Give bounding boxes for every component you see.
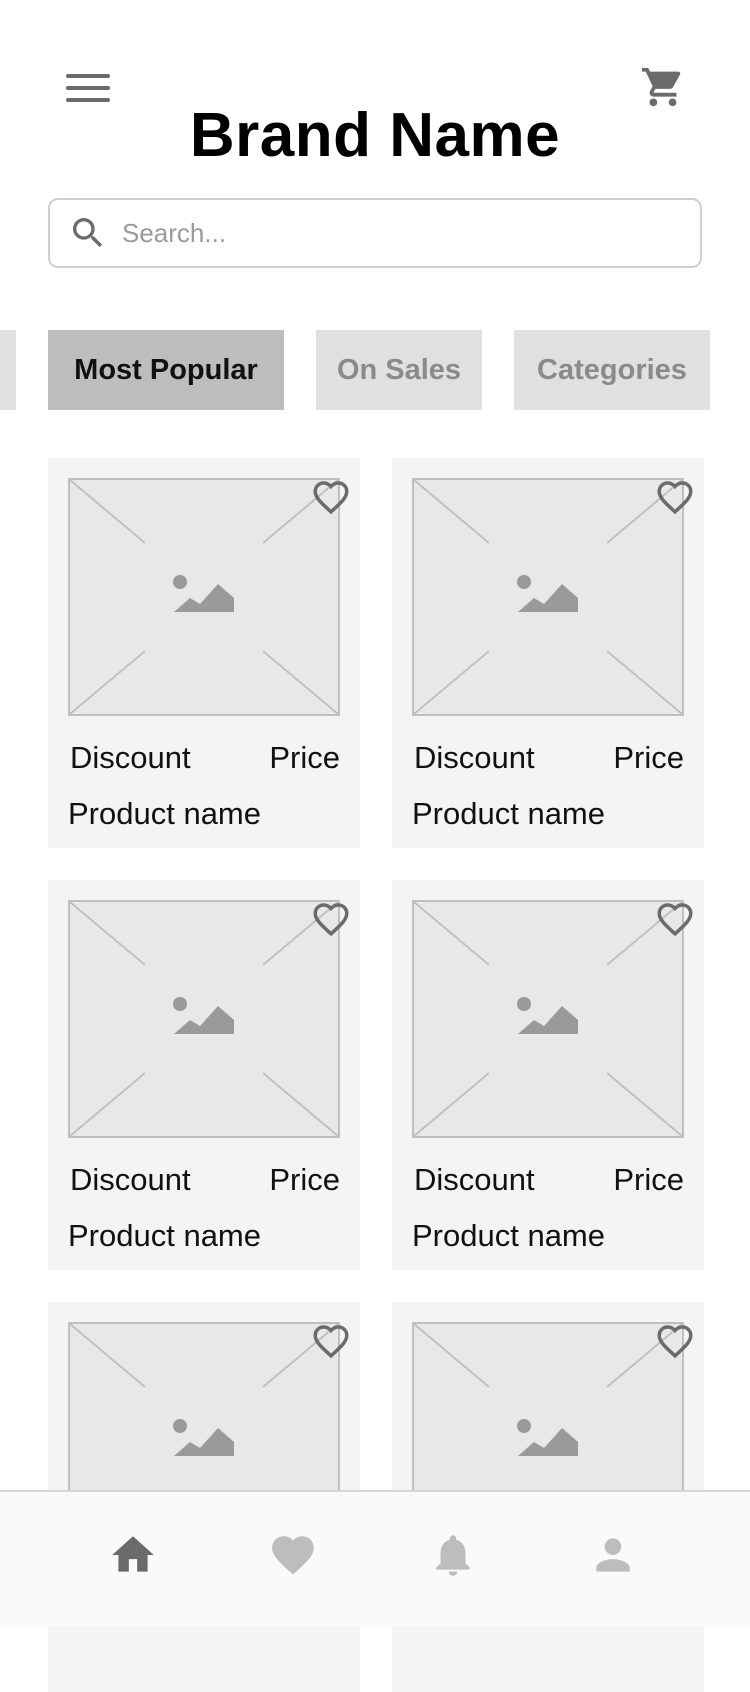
tab-previous-partial[interactable]	[0, 330, 16, 410]
tab-on-sales[interactable]: On Sales	[316, 330, 482, 410]
product-card[interactable]: Discount Price Product name	[392, 880, 704, 1270]
brand-name: Brand Name	[189, 101, 561, 170]
product-image	[412, 900, 684, 1138]
tab-most-popular[interactable]: Most Popular	[48, 330, 284, 410]
image-placeholder-icon	[517, 997, 578, 1034]
image-placeholder-icon	[173, 1419, 234, 1456]
product-price: Price	[269, 1162, 340, 1197]
product-discount: Discount	[414, 1162, 535, 1197]
product-image	[412, 478, 684, 716]
product-name: Product name	[68, 796, 261, 831]
heart-icon[interactable]	[652, 1320, 698, 1362]
heart-icon[interactable]	[308, 1320, 354, 1362]
product-image	[68, 478, 340, 716]
heart-icon[interactable]	[652, 898, 698, 940]
user-icon[interactable]	[588, 1530, 638, 1580]
heart-icon[interactable]	[308, 898, 354, 940]
heart-icon[interactable]	[308, 476, 354, 518]
image-placeholder-icon	[173, 575, 234, 612]
image-placeholder-icon	[517, 575, 578, 612]
product-price: Price	[613, 1162, 684, 1197]
product-card[interactable]: Discount Price Product name	[48, 880, 360, 1270]
bell-icon[interactable]	[428, 1530, 478, 1580]
product-card[interactable]: Discount Price Product name	[48, 458, 360, 848]
heart-icon[interactable]	[652, 476, 698, 518]
product-name: Product name	[412, 1218, 605, 1253]
search-placeholder: Search...	[122, 217, 227, 248]
product-image	[68, 900, 340, 1138]
product-discount: Discount	[70, 1162, 191, 1197]
product-discount: Discount	[414, 740, 535, 775]
image-placeholder-icon	[517, 1419, 578, 1456]
search-icon	[73, 218, 103, 248]
bottom-nav	[0, 1490, 750, 1626]
product-price: Price	[613, 740, 684, 775]
product-name: Product name	[68, 1218, 261, 1253]
product-discount: Discount	[70, 740, 191, 775]
filter-tabs: Most Popular On Sales Categories	[0, 330, 750, 410]
tab-categories[interactable]: Categories	[514, 330, 710, 410]
image-placeholder-icon	[173, 997, 234, 1034]
search-input[interactable]: Search...	[48, 198, 702, 268]
product-card[interactable]: Discount Price Product name	[392, 458, 704, 848]
product-price: Price	[269, 740, 340, 775]
home-icon[interactable]	[108, 1530, 158, 1580]
product-name: Product name	[412, 796, 605, 831]
heart-icon[interactable]	[268, 1530, 318, 1580]
